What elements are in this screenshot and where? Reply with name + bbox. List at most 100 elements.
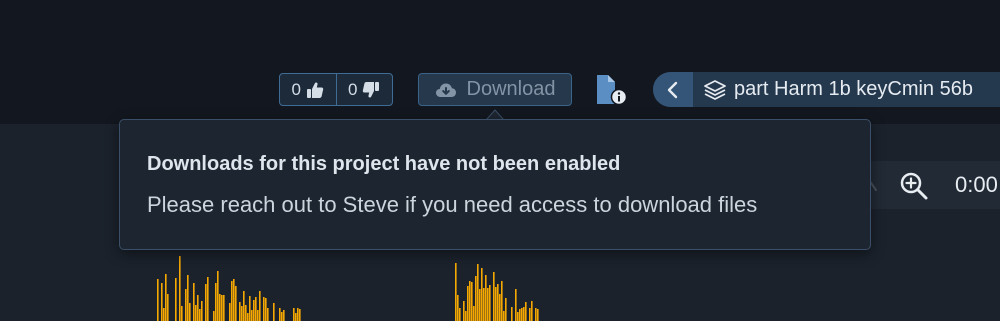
download-label: Download bbox=[466, 78, 556, 100]
waveform-bar bbox=[505, 298, 507, 321]
waveform-bar bbox=[167, 294, 169, 321]
cloud-download-icon bbox=[435, 81, 457, 99]
thumbs-up-icon bbox=[306, 81, 324, 99]
waveform-bar bbox=[281, 312, 283, 321]
waveform-bar bbox=[245, 305, 247, 321]
waveform-bar bbox=[297, 308, 299, 321]
waveform-bar bbox=[165, 274, 167, 321]
back-button[interactable] bbox=[653, 72, 693, 107]
waveform-bar bbox=[531, 301, 533, 321]
waveform-bar bbox=[459, 308, 461, 321]
waveform-bar bbox=[229, 303, 231, 321]
waveform-bar bbox=[465, 311, 467, 321]
waveform-bar bbox=[193, 283, 195, 321]
waveform-bar bbox=[241, 306, 243, 321]
dislike-button[interactable]: 0 bbox=[335, 74, 393, 105]
waveform-bar bbox=[497, 284, 499, 321]
download-button[interactable]: Download bbox=[418, 73, 572, 106]
waveform-bar bbox=[479, 289, 481, 321]
waveform-bar bbox=[217, 271, 219, 321]
waveform-bar bbox=[481, 268, 483, 321]
waveform-bar bbox=[263, 297, 265, 321]
waveform-bar bbox=[175, 278, 177, 321]
waveform-bar bbox=[273, 303, 275, 321]
waveform-bar bbox=[233, 279, 235, 321]
chevron-left-icon bbox=[666, 81, 680, 99]
waveform-bar bbox=[243, 291, 245, 321]
waveform-bar bbox=[205, 284, 207, 321]
waveform-bar bbox=[255, 297, 257, 321]
waveform-bar bbox=[219, 294, 221, 321]
waveform-bar bbox=[201, 301, 203, 321]
waveform-bar bbox=[251, 310, 253, 321]
waveform-bar bbox=[485, 275, 487, 321]
waveform-bar bbox=[535, 308, 537, 321]
waveform-bar bbox=[483, 288, 485, 321]
waveform-bar bbox=[467, 286, 469, 321]
waveform-bar bbox=[247, 313, 249, 321]
waveform-bar bbox=[249, 296, 251, 321]
thumbs-down-icon bbox=[362, 81, 380, 99]
waveform-bar bbox=[519, 309, 521, 321]
vote-group: 0 0 bbox=[279, 73, 393, 106]
waveform-bar bbox=[267, 308, 269, 321]
waveform-bar bbox=[473, 306, 475, 321]
version-name: part Harm 1b keyCmin 56b bbox=[734, 78, 973, 100]
waveform-bar bbox=[253, 300, 255, 321]
waveform-bar bbox=[501, 281, 503, 321]
zoom-in-icon[interactable] bbox=[898, 170, 930, 202]
waveform-bar bbox=[189, 303, 191, 321]
version-nav: part Harm 1b keyCmin 56b bbox=[653, 72, 1000, 107]
waveform-bar bbox=[521, 308, 523, 321]
waveform-bar bbox=[223, 295, 225, 321]
waveform-bar bbox=[283, 310, 285, 321]
waveform-bar bbox=[489, 285, 491, 321]
waveform-bar bbox=[493, 272, 495, 321]
waveform-bar bbox=[207, 277, 209, 321]
waveform-bar bbox=[199, 309, 201, 321]
waveform-bar bbox=[495, 287, 497, 321]
waveform-bar bbox=[197, 295, 199, 321]
like-count: 0 bbox=[291, 79, 301, 99]
download-disabled-tooltip: Downloads for this project have not been… bbox=[119, 119, 871, 250]
waveform-bar bbox=[195, 305, 197, 321]
waveform-bar bbox=[455, 263, 457, 321]
waveform-bar bbox=[157, 279, 159, 321]
tooltip-message: Please reach out to Steve if you need ac… bbox=[147, 192, 758, 217]
version-selector[interactable]: part Harm 1b keyCmin 56b bbox=[693, 78, 973, 102]
waveform-bar bbox=[487, 288, 489, 321]
waveform-bar bbox=[215, 283, 217, 321]
waveform-bar bbox=[293, 308, 295, 321]
waveform-bar bbox=[257, 310, 259, 321]
waveform-bar bbox=[299, 309, 301, 321]
waveform-bar bbox=[499, 294, 501, 321]
time-display: 0:00 bbox=[955, 172, 998, 197]
waveform-bar bbox=[221, 295, 223, 321]
waveform[interactable] bbox=[0, 240, 1000, 321]
waveform-bar bbox=[511, 307, 513, 321]
waveform-bar bbox=[523, 307, 525, 321]
waveform-bar bbox=[295, 313, 297, 321]
waveform-bar bbox=[475, 276, 477, 321]
waveform-bar bbox=[239, 302, 241, 321]
waveform-bar bbox=[185, 289, 187, 321]
waveform-bar bbox=[279, 308, 281, 321]
waveform-bar bbox=[469, 281, 471, 321]
tooltip-title: Downloads for this project have not been… bbox=[147, 153, 621, 175]
waveform-bar bbox=[163, 308, 165, 321]
waveform-bar bbox=[187, 275, 189, 321]
file-info-icon[interactable] bbox=[595, 74, 629, 106]
waveform-bar bbox=[181, 306, 183, 321]
layers-icon bbox=[703, 78, 727, 102]
waveform-bar bbox=[525, 302, 527, 321]
waveform-bar bbox=[515, 289, 517, 321]
waveform-bar bbox=[213, 311, 215, 321]
waveform-bar bbox=[537, 309, 539, 321]
like-button[interactable]: 0 bbox=[280, 74, 336, 105]
waveform-bar bbox=[457, 295, 459, 321]
waveform-bar bbox=[235, 286, 237, 321]
waveform-bar bbox=[265, 298, 267, 321]
waveform-bar bbox=[179, 256, 181, 321]
waveform-bar bbox=[471, 282, 473, 321]
dislike-count: 0 bbox=[348, 79, 358, 99]
